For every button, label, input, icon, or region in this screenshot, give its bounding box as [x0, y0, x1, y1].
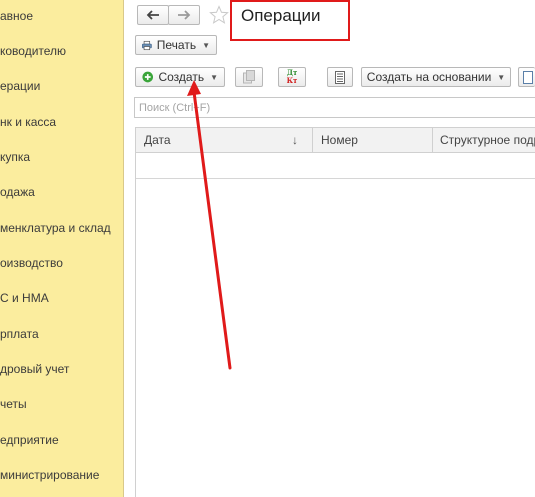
sidebar-item-label: дровый учет [0, 362, 70, 376]
dt-kt-button[interactable]: Дт Кт [278, 67, 306, 87]
sidebar-item-label: ерации [0, 79, 41, 93]
sidebar-item-label: рплата [0, 327, 39, 341]
sidebar-item-label: авное [0, 9, 34, 23]
sidebar-item-label: нк и касса [0, 115, 57, 129]
sidebar-item-purchases[interactable]: купка [0, 147, 30, 167]
sidebar-item-label: оизводство [0, 256, 63, 270]
column-header-label: Дата [144, 133, 171, 147]
dt-kt-icon: Дт Кт [287, 69, 298, 85]
table-row[interactable] [136, 153, 535, 179]
table-body [135, 153, 535, 497]
column-header-date[interactable]: Дата [144, 128, 284, 152]
sidebar-item-salary[interactable]: рплата [0, 324, 39, 344]
sidebar-item-reports[interactable]: четы [0, 394, 27, 414]
star-icon [209, 5, 229, 24]
sidebar-item-os-nma[interactable]: С и НМА [0, 288, 49, 308]
sidebar: авное ководителю ерации нк и касса купка… [0, 0, 124, 497]
list-button[interactable] [327, 67, 353, 87]
printer-icon [142, 40, 152, 50]
report-icon [523, 70, 533, 84]
kt-label: Кт [286, 76, 298, 85]
search-input[interactable] [134, 97, 535, 118]
column-header-number[interactable]: Номер [321, 128, 426, 152]
favorite-button[interactable] [209, 5, 229, 25]
sidebar-item-label: министрирование [0, 468, 100, 482]
sidebar-item-sales[interactable]: одажа [0, 182, 35, 202]
sidebar-item-administration[interactable]: министрирование [0, 465, 99, 485]
page-title: Операции [241, 6, 321, 25]
list-icon [335, 70, 345, 84]
sidebar-item-label: одажа [0, 185, 35, 199]
table-header: Дата ↓ Номер Структурное подр [135, 127, 535, 153]
column-divider [432, 128, 433, 152]
create-based-on-label: Создать на основании [366, 70, 492, 84]
sidebar-item-label: едприятие [0, 433, 59, 447]
chevron-down-icon: ▼ [202, 40, 210, 50]
column-header-department[interactable]: Структурное подр [440, 128, 535, 152]
create-button[interactable]: Создать ▼ [135, 67, 225, 87]
column-header-label: Структурное подр [440, 133, 535, 147]
sidebar-item-label: менклатура и склад [0, 221, 111, 235]
sidebar-item-label: купка [0, 150, 31, 164]
sidebar-item-label: ководителю [0, 44, 67, 58]
sidebar-item-label: С и НМА [0, 291, 49, 305]
forward-button[interactable] [168, 5, 200, 25]
column-header-label: Номер [321, 133, 358, 147]
more-toolbar-button[interactable] [518, 67, 535, 87]
sidebar-item-label: четы [0, 397, 27, 411]
sort-arrow-icon[interactable]: ↓ [292, 128, 304, 152]
chevron-down-icon: ▼ [497, 72, 506, 82]
copy-icon [243, 70, 255, 84]
plus-circle-icon [142, 71, 154, 83]
back-button[interactable] [137, 5, 169, 25]
print-button-label: Печать [156, 38, 197, 52]
sidebar-item-enterprise[interactable]: едприятие [0, 430, 59, 450]
sidebar-item-production[interactable]: оизводство [0, 253, 63, 273]
sidebar-item-bank-cash[interactable]: нк и касса [0, 112, 56, 132]
sidebar-item-nomenclature[interactable]: менклатура и склад [0, 218, 111, 238]
print-button[interactable]: Печать ▼ [135, 35, 217, 55]
arrow-left-icon [146, 10, 159, 20]
copy-button[interactable] [235, 67, 263, 87]
arrow-right-icon [178, 10, 191, 20]
create-based-on-button[interactable]: Создать на основании ▼ [361, 67, 511, 87]
sidebar-item-main[interactable]: авное [0, 6, 33, 26]
sidebar-item-manager[interactable]: ководителю [0, 41, 66, 61]
sidebar-item-hr[interactable]: дровый учет [0, 359, 69, 379]
chevron-down-icon: ▼ [210, 72, 218, 82]
column-divider [312, 128, 313, 152]
create-button-label: Создать [158, 70, 205, 84]
sidebar-item-operations[interactable]: ерации [0, 76, 40, 96]
